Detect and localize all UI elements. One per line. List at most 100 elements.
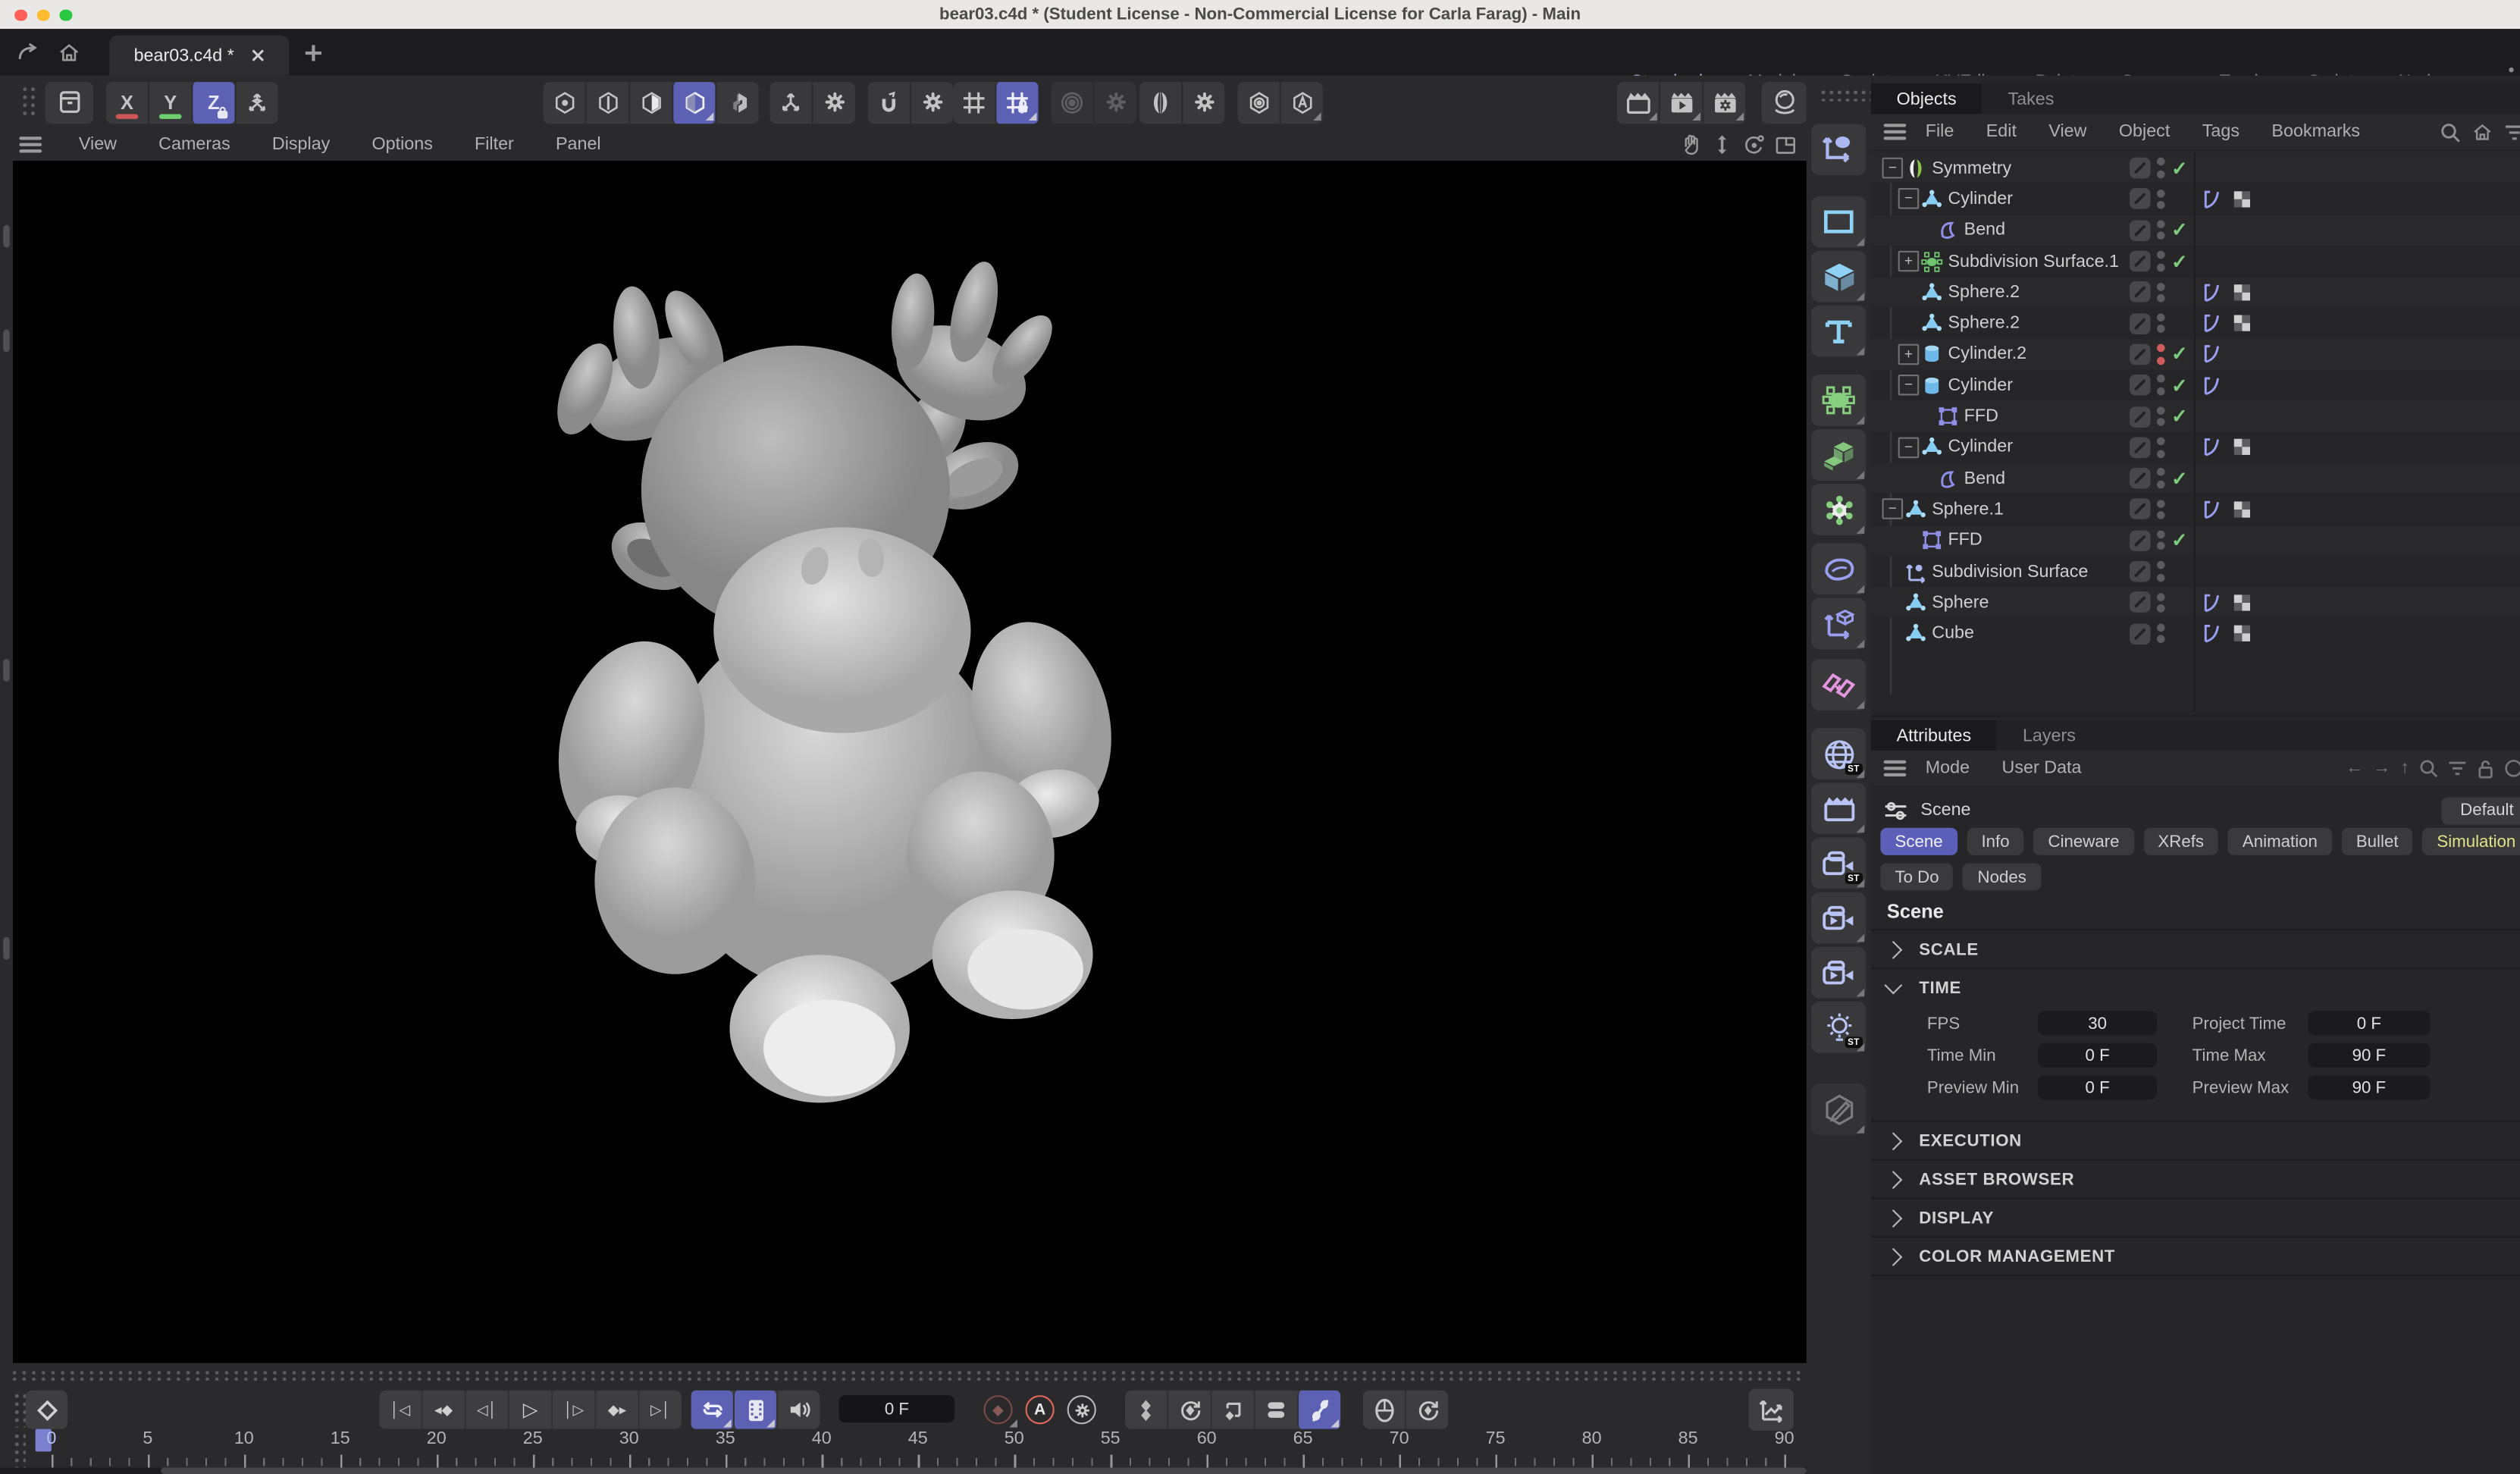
visibility-dots[interactable] — [2157, 158, 2165, 179]
om-menu-icon[interactable] — [1884, 124, 1907, 140]
sound-icon[interactable] — [776, 1391, 820, 1429]
attr-menu-user-data[interactable]: User Data — [1986, 759, 2097, 778]
goto-end-icon[interactable]: ▷│ — [638, 1391, 682, 1429]
category-scene[interactable]: Scene — [1880, 828, 1957, 855]
right-palette-grip[interactable] — [1819, 89, 1874, 102]
expander-icon[interactable] — [1898, 251, 1920, 272]
expander-icon[interactable] — [1898, 375, 1920, 396]
texture-tag-icon[interactable] — [2233, 624, 2252, 643]
annotate-pencil-icon[interactable] — [1811, 1084, 1866, 1135]
world-axis-icon[interactable] — [235, 81, 278, 123]
field-blob-icon[interactable] — [1811, 544, 1866, 595]
category-nodes[interactable]: Nodes — [1963, 863, 2041, 890]
visibility-dots[interactable] — [2157, 220, 2165, 240]
render-settings-icon[interactable] — [1702, 81, 1745, 123]
category-animation[interactable]: Animation — [2228, 828, 2332, 855]
om-menu-tags[interactable]: Tags — [2186, 122, 2256, 141]
pencil-toggle-icon[interactable] — [2130, 220, 2151, 241]
pencil-toggle-icon[interactable] — [2130, 251, 2151, 272]
expander-icon[interactable] — [1898, 344, 1920, 365]
category-todo[interactable]: To Do — [1880, 863, 1953, 890]
om-menu-file[interactable]: File — [1910, 122, 1970, 141]
menu-display[interactable]: Display — [251, 135, 351, 154]
camera-animation-icon[interactable] — [1811, 892, 1866, 944]
transport-grip[interactable] — [13, 1392, 26, 1428]
visibility-dots[interactable] — [2157, 469, 2165, 489]
enabled-check-icon[interactable] — [2171, 343, 2187, 365]
om-menu-edit[interactable]: Edit — [1970, 122, 2033, 141]
enabled-check-icon[interactable] — [2171, 157, 2187, 180]
visibility-dots[interactable] — [2157, 189, 2165, 209]
time-max-field[interactable]: 90 F — [2308, 1043, 2430, 1068]
phong-tag-icon[interactable] — [2202, 624, 2221, 643]
texture-tag-icon[interactable] — [2233, 283, 2252, 302]
phong-tag-icon[interactable] — [2202, 376, 2221, 395]
preset-default-button[interactable]: Default — [2441, 796, 2520, 823]
pencil-toggle-icon[interactable] — [2130, 561, 2151, 582]
viewport-menu-icon[interactable] — [19, 136, 42, 153]
home-icon[interactable] — [49, 29, 90, 75]
tab-attributes[interactable]: Attributes — [1871, 720, 1997, 751]
deformers-icon[interactable] — [1811, 484, 1866, 535]
open-timeline-button[interactable] — [1749, 1389, 1794, 1431]
menu-panel[interactable]: Panel — [534, 135, 622, 154]
om-menu-view[interactable]: View — [2033, 122, 2103, 141]
redo-icon[interactable] — [6, 29, 48, 75]
orbit-icon[interactable] — [1742, 133, 1765, 156]
record-scale-icon[interactable] — [1210, 1391, 1253, 1429]
texture-tag-icon[interactable] — [2233, 500, 2252, 519]
document-tab[interactable]: bear03.c4d * — [109, 36, 289, 76]
category-bullet[interactable]: Bullet — [2342, 828, 2413, 855]
snap-settings-gear-icon[interactable] — [910, 81, 953, 123]
expander-icon[interactable] — [1898, 189, 1920, 210]
pencil-toggle-icon[interactable] — [2130, 623, 2151, 644]
autokey-icon[interactable]: A — [1019, 1391, 1061, 1429]
attr-lock-icon[interactable] — [2477, 758, 2494, 779]
asset-drawer-icon[interactable] — [45, 81, 93, 123]
polygons-mode-icon[interactable] — [628, 81, 672, 123]
spline-primitives-icon[interactable] — [1811, 196, 1866, 248]
attr-menu-mode[interactable]: Mode — [1910, 759, 1986, 778]
record-parameter-icon[interactable] — [1254, 1391, 1297, 1429]
phong-tag-icon[interactable] — [2202, 283, 2221, 302]
enabled-check-icon[interactable] — [2171, 374, 2187, 397]
model-mode-icon[interactable] — [672, 81, 715, 123]
render-view-icon[interactable] — [1617, 81, 1659, 123]
visibility-dots[interactable] — [2157, 500, 2165, 520]
sky-globe-icon[interactable]: ST — [1811, 728, 1866, 779]
scene-symmetry-icon[interactable] — [1811, 659, 1866, 710]
pencil-toggle-icon[interactable] — [2130, 282, 2151, 303]
attr-forward-icon[interactable]: → — [2373, 759, 2390, 778]
menu-cameras[interactable]: Cameras — [138, 135, 252, 154]
mouse-icon[interactable] — [1363, 1391, 1405, 1429]
previous-key-icon[interactable]: ◂◆ — [421, 1391, 464, 1429]
new-tab-button[interactable] — [290, 29, 338, 75]
pan-hand-icon[interactable] — [1679, 133, 1702, 156]
phong-tag-icon[interactable] — [2202, 345, 2221, 364]
points-mode-icon[interactable] — [544, 81, 585, 123]
next-frame-icon[interactable]: │▷ — [551, 1391, 594, 1429]
om-menu-object[interactable]: Object — [2103, 122, 2186, 141]
visibility-dots[interactable] — [2157, 561, 2165, 582]
phong-tag-icon[interactable] — [2202, 500, 2221, 519]
enabled-check-icon[interactable] — [2171, 405, 2187, 428]
visibility-dots[interactable] — [2157, 375, 2165, 395]
set-keyframe-button[interactable] — [26, 1391, 67, 1429]
soft-selection-icon[interactable] — [1051, 81, 1092, 123]
visibility-dots[interactable] — [2157, 282, 2165, 303]
preview-max-field[interactable]: 90 F — [2308, 1075, 2430, 1099]
pencil-toggle-icon[interactable] — [2130, 189, 2151, 210]
record-position-icon[interactable] — [1125, 1391, 1167, 1429]
close-window-button[interactable] — [14, 9, 27, 21]
visibility-dots[interactable] — [2157, 531, 2165, 551]
close-tab-icon[interactable] — [250, 49, 265, 63]
minimize-window-button[interactable] — [37, 9, 49, 21]
om-search-icon[interactable] — [2440, 121, 2461, 143]
render-picture-viewer-icon[interactable] — [1659, 81, 1702, 123]
axis-y-button[interactable]: Y — [148, 81, 191, 123]
keyframe-selection-gear-icon[interactable] — [1061, 1391, 1102, 1429]
tab-layers[interactable]: Layers — [1997, 720, 2102, 751]
record-keyframe-icon[interactable]: ◆ — [977, 1391, 1019, 1429]
soft-selection-gear-icon[interactable] — [1093, 81, 1136, 123]
toggle-view-icon[interactable] — [1774, 134, 1797, 155]
